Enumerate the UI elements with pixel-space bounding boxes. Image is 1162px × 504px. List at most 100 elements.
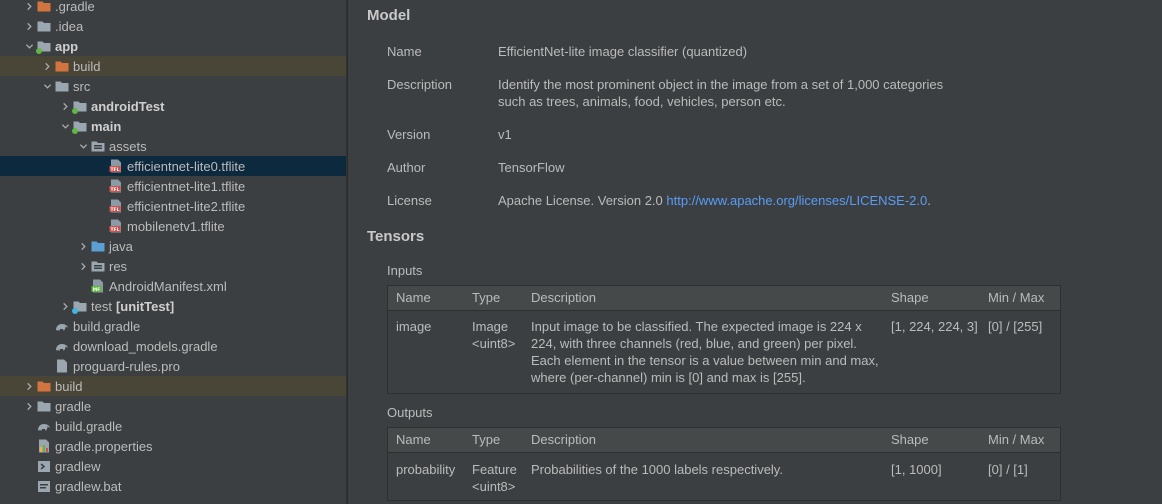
tree-item[interactable]: proguard-rules.pro xyxy=(0,356,346,376)
tree-item-label: gradlew.bat xyxy=(55,478,122,494)
tensor-type-main: Image xyxy=(472,319,509,334)
tensor-type-dtype: <uint8> xyxy=(472,336,516,351)
svg-text:TFL: TFL xyxy=(110,187,119,193)
tflite-file-icon: TFL xyxy=(108,178,124,194)
license-end: . xyxy=(927,193,931,208)
outputs-table-header: Name Type Description Shape Min / Max xyxy=(388,428,1060,453)
col-name: Name xyxy=(396,290,431,305)
tensor-type-dtype: <uint8> xyxy=(472,479,516,494)
chevron-down-icon[interactable] xyxy=(58,116,72,136)
tree-item-label: app xyxy=(55,38,79,54)
gradle-file-icon xyxy=(54,338,70,354)
tree-item-label: assets xyxy=(109,138,147,154)
tree-item[interactable]: build.gradle xyxy=(0,416,346,436)
tree-item[interactable]: app xyxy=(0,36,346,56)
shell-file-icon xyxy=(36,458,52,474)
tree-item[interactable]: TFL mobilenetv1.tflite xyxy=(0,216,346,236)
tflite-file-icon: TFL xyxy=(108,218,124,234)
tree-item-label: mobilenetv1.tflite xyxy=(127,218,225,234)
license-link[interactable]: http://www.apache.org/licenses/LICENSE-2… xyxy=(666,193,927,208)
tree-item-label: .gradle xyxy=(55,0,95,14)
version-value: v1 xyxy=(498,127,512,142)
model-viewer: Model Name EfficientNet-lite image class… xyxy=(348,0,1162,504)
tree-item[interactable]: gradlew xyxy=(0,456,346,476)
version-label: Version xyxy=(387,127,431,142)
chevron-right-icon[interactable] xyxy=(22,16,36,36)
tree-item-label: efficientnet-lite2.tflite xyxy=(127,198,246,214)
tree-item[interactable]: download_models.gradle xyxy=(0,336,346,356)
source-folder-icon xyxy=(72,118,88,134)
gradle-file-icon xyxy=(36,418,52,434)
tree-item[interactable]: java xyxy=(0,236,346,256)
tree-item[interactable]: build xyxy=(0,56,346,76)
folder-icon xyxy=(36,398,52,414)
tree-item[interactable]: main xyxy=(0,116,346,136)
tree-item-label: build.gradle xyxy=(73,318,141,334)
tree-item-label: AndroidManifest.xml xyxy=(109,278,227,294)
table-row: image Image <uint8> Input image to be cla… xyxy=(388,311,1060,393)
svg-text:MF: MF xyxy=(93,287,101,293)
outputs-label: Outputs xyxy=(387,405,433,420)
tree-item-label: efficientnet-lite1.tflite xyxy=(127,178,246,194)
bat-file-icon xyxy=(36,478,52,494)
folder-orange-icon xyxy=(36,0,52,14)
tree-item[interactable]: assets xyxy=(0,136,346,156)
resource-folder-icon xyxy=(90,138,106,154)
chevron-down-icon[interactable] xyxy=(22,36,36,56)
tree-item[interactable]: res xyxy=(0,256,346,276)
inputs-table: Name Type Description Shape Min / Max im… xyxy=(387,285,1061,394)
tree-item[interactable]: gradle xyxy=(0,396,346,416)
chevron-right-icon[interactable] xyxy=(76,256,90,276)
tree-item[interactable]: .gradle xyxy=(0,0,346,16)
chevron-right-icon[interactable] xyxy=(22,376,36,396)
chevron-right-icon[interactable] xyxy=(40,56,54,76)
tree-item[interactable]: gradle.properties xyxy=(0,436,346,456)
tree-item[interactable]: gradlew.bat xyxy=(0,476,346,496)
tree-item-label: main xyxy=(91,118,122,134)
chevron-right-icon[interactable] xyxy=(22,0,36,16)
tree-item-label: .idea xyxy=(55,18,84,34)
tensor-range: [0] / [1] xyxy=(988,462,1028,477)
license-value: Apache License. Version 2.0 http://www.a… xyxy=(498,192,1098,209)
tensor-shape: [1, 1000] xyxy=(891,462,942,477)
unit-test-folder-icon xyxy=(72,298,88,314)
outputs-table: Name Type Description Shape Min / Max pr… xyxy=(387,427,1061,501)
tree-item[interactable]: androidTest xyxy=(0,96,346,116)
tree-item[interactable]: TFL efficientnet-lite1.tflite xyxy=(0,176,346,196)
tree-item[interactable]: test [unitTest] xyxy=(0,296,346,316)
svg-text:TFL: TFL xyxy=(110,167,119,173)
name-label: Name xyxy=(387,44,422,59)
col-name: Name xyxy=(396,432,431,447)
chevron-right-icon[interactable] xyxy=(22,396,36,416)
tree-item[interactable]: build xyxy=(0,376,346,396)
chevron-down-icon[interactable] xyxy=(40,76,54,96)
tensor-name: probability xyxy=(396,462,456,477)
tree-item-label: gradlew xyxy=(55,458,101,474)
tree-item-label: build xyxy=(73,58,101,74)
tflite-file-icon: TFL xyxy=(108,198,124,214)
chevron-down-icon[interactable] xyxy=(76,136,90,156)
tree-item[interactable]: TFL efficientnet-lite2.tflite xyxy=(0,196,346,216)
tree-item-label: test xyxy=(91,298,112,314)
tree-item[interactable]: build.gradle xyxy=(0,316,346,336)
tree-item[interactable]: src xyxy=(0,76,346,96)
tree-item-label: build.gradle xyxy=(55,418,123,434)
svg-text:TFL: TFL xyxy=(110,207,119,213)
tree-item[interactable]: .idea xyxy=(0,16,346,36)
table-row: probability Feature <uint8> Probabilities… xyxy=(388,453,1060,500)
chevron-right-icon[interactable] xyxy=(76,236,90,256)
tree-item[interactable]: MF AndroidManifest.xml xyxy=(0,276,346,296)
chevron-right-icon[interactable] xyxy=(58,96,72,116)
folder-icon xyxy=(54,78,70,94)
resource-folder-icon xyxy=(90,258,106,274)
tree-item-label: gradle.properties xyxy=(55,438,153,454)
tree-item-label: src xyxy=(73,78,91,94)
model-section-title: Model xyxy=(367,7,411,24)
author-label: Author xyxy=(387,160,426,175)
tree-item[interactable]: TFL efficientnet-lite0.tflite xyxy=(0,156,346,176)
col-type: Type xyxy=(472,290,501,305)
license-text: Apache License. Version 2.0 xyxy=(498,193,663,208)
project-tree[interactable]: .gradle .idea app build src androidTest main as… xyxy=(0,0,346,504)
folder-orange-icon xyxy=(36,378,52,394)
chevron-right-icon[interactable] xyxy=(58,296,72,316)
